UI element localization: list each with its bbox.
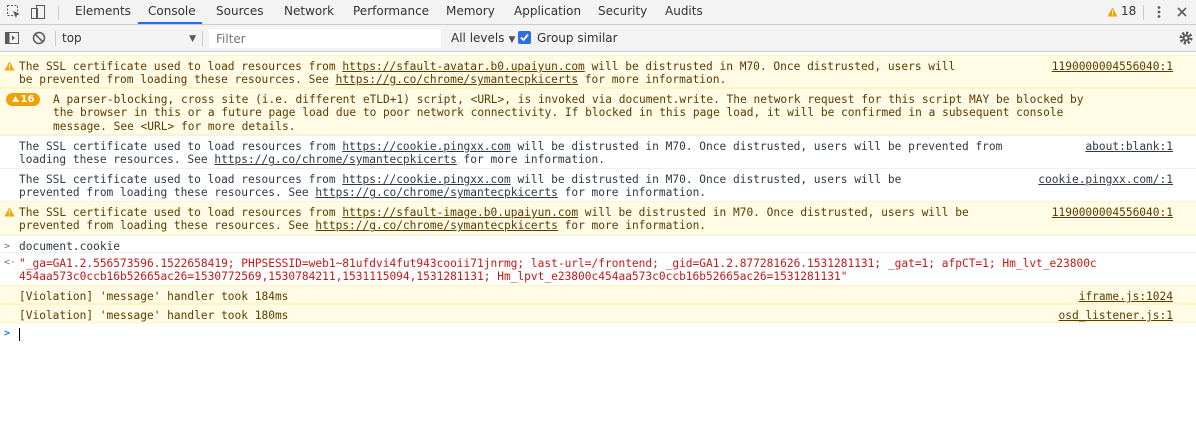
message-link[interactable]: https://cookie.pingxx.com — [342, 140, 510, 153]
tab-security[interactable]: Security — [598, 0, 647, 24]
close-icon[interactable] — [1174, 4, 1190, 20]
cookie-result-text: "_ga=GA1.2.556573596.1522658419; PHPSESS… — [19, 257, 1097, 284]
filter-input[interactable] — [209, 29, 441, 48]
message-source-link[interactable]: 1190000004556040:1 — [1052, 60, 1173, 73]
message-text: [Violation] 'message' handler took 180ms — [19, 309, 289, 322]
message-text: The SSL certificate used to load resourc… — [19, 60, 956, 87]
tab-console[interactable]: Console — [148, 0, 196, 24]
toolbar-divider — [202, 31, 203, 46]
message-source-link[interactable]: cookie.pingxx.com/:1 — [1038, 173, 1173, 186]
console-result-entry: <· "_ga=GA1.2.556573596.1522658419; PHPS… — [0, 252, 1196, 285]
tab-elements[interactable]: Elements — [75, 0, 131, 24]
repeat-count-badge: 16 — [6, 93, 40, 106]
message-source-link[interactable]: osd_listener.js:1 — [1058, 309, 1173, 322]
group-similar-label: Group similar — [537, 31, 618, 45]
warning-icon — [4, 61, 15, 74]
context-value: top — [62, 31, 82, 45]
prompt-chevron-icon: > — [4, 328, 11, 339]
context-selector[interactable]: top ▼ — [62, 31, 198, 47]
tab-performance[interactable]: Performance — [353, 0, 429, 24]
warning-count: 18 — [1121, 4, 1137, 18]
message-link[interactable]: https://sfault-avatar.b0.upaiyun.com — [342, 60, 584, 73]
message-text: The SSL certificate used to load resourc… — [19, 140, 1003, 167]
message-source-link[interactable]: 1190000004556040:1 — [1052, 206, 1173, 219]
console-toolbar: top ▼ All levels▼ Group similar — [0, 25, 1196, 52]
console-violation-message: [Violation] 'message' handler took 180ms… — [0, 304, 1196, 323]
text-cursor — [19, 328, 20, 341]
clear-console-icon[interactable] — [31, 30, 47, 49]
inspect-element-icon[interactable] — [6, 4, 22, 20]
message-link[interactable]: https://sfault-image.b0.upaiyun.com — [342, 206, 578, 219]
message-text: The SSL certificate used to load resourc… — [19, 173, 902, 200]
log-levels-dropdown[interactable]: All levels ▼ — [451, 31, 515, 47]
result-arrow-icon: <· — [4, 257, 17, 268]
group-similar-checkbox[interactable] — [518, 31, 531, 44]
warning-icon — [1107, 2, 1118, 25]
message-source-link[interactable]: about:blank:1 — [1085, 140, 1173, 153]
log-levels-label: All levels — [451, 31, 505, 45]
console-log-message: The SSL certificate used to load resourc… — [0, 168, 1196, 201]
device-toolbar-icon[interactable] — [30, 4, 46, 20]
toolbar-divider — [1143, 5, 1144, 20]
toolbar-divider — [55, 31, 56, 46]
message-text: A parser-blocking, cross site (i.e. diff… — [53, 93, 1084, 133]
toolbar-divider — [58, 5, 59, 20]
message-source-link[interactable]: iframe.js:1024 — [1079, 290, 1173, 303]
tab-sources[interactable]: Sources — [216, 0, 263, 24]
sidebar-toggle-icon[interactable] — [4, 30, 20, 49]
console-violation-message: [Violation] 'message' handler took 184ms… — [0, 285, 1196, 304]
message-link[interactable]: https://g.co/chrome/symantecpkicerts — [336, 73, 578, 86]
console-warning-message: The SSL certificate used to load resourc… — [0, 55, 1196, 88]
dropdown-arrow-icon: ▼ — [189, 34, 196, 44]
tab-audits[interactable]: Audits — [665, 0, 703, 24]
message-link[interactable]: https://g.co/chrome/symantecpkicerts — [214, 153, 456, 166]
console-settings-gear-icon[interactable] — [1178, 30, 1194, 49]
console-prompt[interactable]: > — [0, 323, 1196, 343]
tab-memory[interactable]: Memory — [446, 0, 495, 24]
tab-network[interactable]: Network — [284, 0, 334, 24]
warning-icon — [4, 207, 15, 220]
console-warning-message: The SSL certificate used to load resourc… — [0, 201, 1196, 235]
command-text: document.cookie — [19, 240, 121, 252]
tab-application[interactable]: Application — [514, 0, 581, 24]
console-log-message: The SSL certificate used to load resourc… — [0, 135, 1196, 168]
message-text: The SSL certificate used to load resourc… — [19, 206, 969, 233]
message-link[interactable]: https://g.co/chrome/symantecpkicerts — [315, 219, 557, 232]
active-tab-indicator — [138, 22, 202, 24]
message-text: [Violation] 'message' handler took 184ms — [19, 290, 289, 303]
console-command-entry: > document.cookie — [0, 235, 1196, 252]
console-warning-message: 16 A parser-blocking, cross site (i.e. d… — [0, 88, 1196, 135]
group-similar-toggle[interactable]: Group similar — [518, 31, 618, 47]
kebab-menu-icon[interactable] — [1151, 4, 1167, 20]
command-prompt-icon: > — [4, 241, 11, 252]
warning-counter[interactable]: 18 — [1107, 0, 1136, 24]
message-link[interactable]: https://cookie.pingxx.com — [342, 173, 510, 186]
message-link[interactable]: https://g.co/chrome/symantecpkicerts — [315, 186, 557, 199]
dropdown-arrow-icon: ▼ — [508, 35, 516, 45]
devtools-tab-bar: Elements Console Sources Network Perform… — [0, 0, 1196, 25]
